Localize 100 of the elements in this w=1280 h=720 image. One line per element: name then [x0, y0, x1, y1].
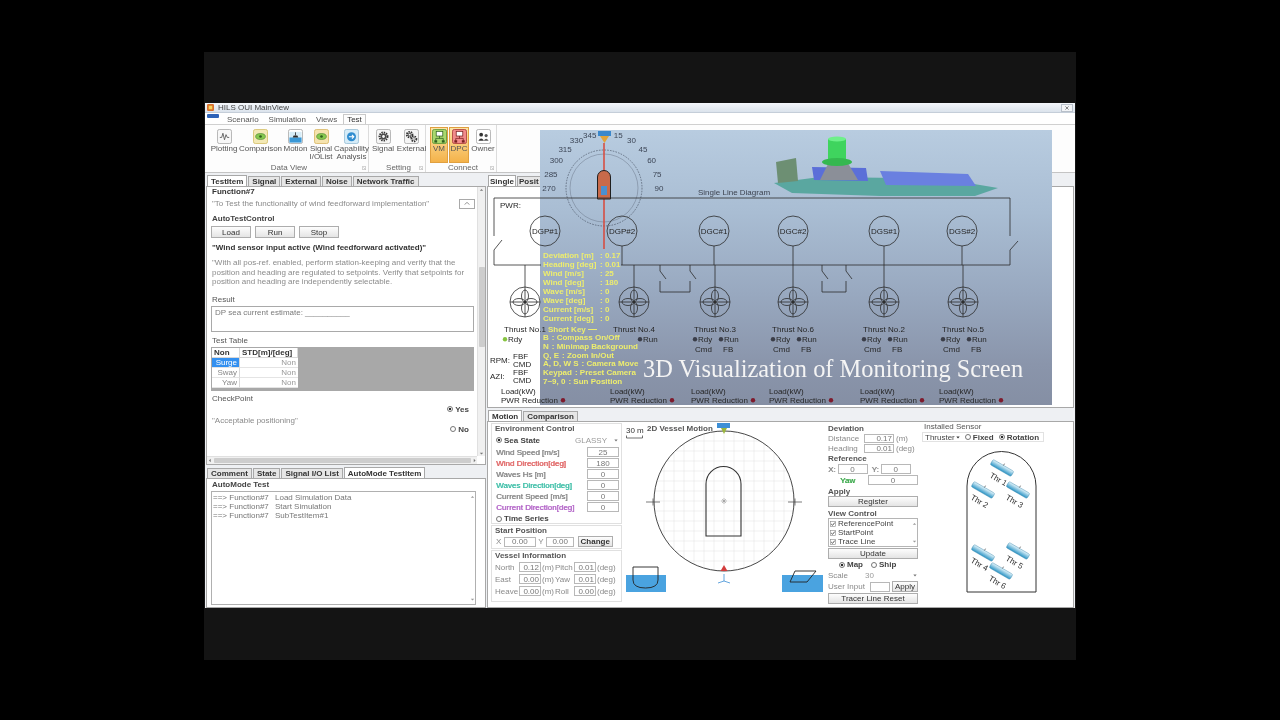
group-title: Apply: [828, 487, 851, 496]
ribbon-button[interactable]: Owner: [470, 127, 496, 163]
radio-option[interactable]: Yes: [447, 404, 469, 414]
app-menu-button[interactable]: [207, 114, 219, 118]
radio-icon[interactable]: [496, 437, 502, 443]
ribbon-tab[interactable]: Simulation: [264, 114, 310, 124]
input-field[interactable]: 0.00: [546, 536, 575, 547]
control-button[interactable]: Load: [211, 226, 251, 238]
radio-option[interactable]: Time Series: [496, 514, 549, 523]
input-field[interactable]: 0: [880, 464, 911, 474]
radio-icon[interactable]: [450, 426, 457, 432]
shortcut-key: Q, E: [543, 351, 559, 361]
input-field[interactable]: [870, 581, 890, 592]
ribbon-button[interactable]: Capability Analysis: [334, 127, 369, 163]
row-header[interactable]: Sway: [212, 367, 240, 378]
ribbon-button[interactable]: External: [397, 127, 426, 163]
input-field[interactable]: 0.01: [864, 444, 894, 453]
ribbon-button[interactable]: DPC: [449, 127, 469, 163]
checkbox-icon[interactable]: [830, 538, 836, 545]
register-button[interactable]: Register: [828, 496, 918, 507]
radio-icon[interactable]: [447, 406, 454, 412]
ribbon-button[interactable]: Motion: [283, 127, 308, 163]
close-button[interactable]: [1061, 103, 1073, 112]
ribbon-button[interactable]: Signal I/OList: [309, 127, 333, 163]
collapse-button[interactable]: [459, 198, 475, 209]
input-field[interactable]: 0: [837, 464, 868, 474]
vertical-scrollbar[interactable]: [477, 187, 485, 456]
radio-option[interactable]: Ship: [871, 560, 897, 569]
scroll-thumb[interactable]: [213, 458, 471, 463]
input-field[interactable]: 0: [587, 502, 619, 512]
input-field[interactable]: 25: [587, 447, 619, 457]
update-button[interactable]: Update: [828, 548, 918, 559]
group-title: View Control: [828, 509, 877, 518]
scroll-down-icon[interactable]: [469, 597, 475, 601]
apply-button[interactable]: Apply: [892, 581, 918, 592]
generator-symbol: [868, 215, 900, 247]
checkbox-option[interactable]: ReferencePoint: [830, 519, 894, 528]
input-field[interactable]: 0.01: [574, 574, 596, 584]
radio-icon[interactable]: [964, 434, 971, 440]
change-button[interactable]: Change: [577, 536, 613, 547]
input-field[interactable]: 0.00: [519, 574, 541, 584]
input-field[interactable]: 0.00: [574, 586, 596, 596]
checkbox-icon[interactable]: [830, 529, 836, 536]
ribbon-button[interactable]: VM: [430, 127, 448, 163]
view-option-list[interactable]: ReferencePoint StartPoint Trace Line: [828, 518, 918, 547]
dialog-launcher-icon[interactable]: [362, 165, 366, 170]
thruster-label: Thr 1: [988, 470, 1009, 489]
control-button[interactable]: Run: [255, 226, 295, 238]
ribbon-button[interactable]: Signal: [372, 127, 394, 163]
radio-option[interactable]: Sea State: [496, 435, 541, 445]
step-list[interactable]: ==> Function#7 Load Simulation Data ==> Function#7 Start Simulation ==> Function#7 SubTestItem#1: [211, 491, 476, 605]
unit-label: (deg): [597, 562, 616, 572]
input-field[interactable]: 0.17: [864, 434, 894, 443]
field-label: Heading: [828, 444, 858, 453]
radio-icon[interactable]: [998, 434, 1005, 440]
dialog-launcher-icon[interactable]: [419, 165, 423, 170]
input-field[interactable]: 0.00: [503, 536, 536, 547]
radio-option[interactable]: No: [450, 424, 469, 434]
step-text: Start Simulation: [275, 502, 332, 511]
field-label: Pitch: [555, 562, 573, 572]
radio-icon[interactable]: [839, 561, 845, 568]
input-field[interactable]: 0: [868, 475, 918, 485]
column-header: Non: [212, 347, 240, 358]
reset-button[interactable]: Tracer Line Reset: [828, 593, 918, 604]
input-field[interactable]: 0: [587, 469, 619, 479]
unit-label: (deg): [896, 444, 915, 453]
scroll-up-icon[interactable]: [911, 522, 917, 526]
result-text-area[interactable]: DP sea current estimate: __________: [211, 305, 474, 332]
ribbon-button[interactable]: Plotting: [210, 127, 238, 163]
device-dropdown[interactable]: Thruster: [925, 432, 960, 442]
checkbox-option[interactable]: Trace Line: [830, 537, 876, 546]
radio-option[interactable]: Fixed: [964, 432, 994, 442]
scroll-down-icon[interactable]: [479, 451, 484, 455]
input-field[interactable]: 0.12: [519, 562, 541, 572]
radio-icon[interactable]: [496, 515, 502, 522]
scroll-up-icon[interactable]: [469, 495, 475, 499]
control-button[interactable]: Stop: [299, 226, 339, 238]
scroll-thumb[interactable]: [478, 266, 485, 347]
input-field[interactable]: 0: [587, 491, 619, 501]
scroll-up-icon[interactable]: [479, 188, 484, 192]
ribbon-tab[interactable]: Views: [311, 114, 342, 124]
radio-icon[interactable]: [871, 561, 877, 568]
checkbox-option[interactable]: StartPoint: [830, 528, 874, 537]
input-field[interactable]: 0.00: [519, 586, 541, 596]
ribbon-tab[interactable]: Scenario: [223, 114, 263, 124]
input-field[interactable]: 0.01: [574, 562, 596, 572]
thruster-label: Thr 3: [1004, 492, 1025, 511]
lamp-label: Run: [802, 335, 817, 344]
radio-option[interactable]: Rotation: [998, 432, 1040, 442]
checkbox-icon[interactable]: [830, 520, 836, 527]
row-header[interactable]: Yaw: [212, 377, 240, 388]
ribbon-button[interactable]: Comparison: [239, 127, 282, 163]
dialog-launcher-icon[interactable]: [490, 165, 494, 170]
input-field[interactable]: 0: [587, 480, 619, 490]
readout-label: Wave [deg]: [543, 296, 586, 305]
scroll-down-icon[interactable]: [911, 539, 917, 543]
input-field[interactable]: 180: [587, 458, 619, 468]
radio-option[interactable]: Map: [839, 560, 863, 569]
horizontal-scrollbar[interactable]: [207, 456, 477, 464]
eye-icon: [253, 129, 268, 144]
